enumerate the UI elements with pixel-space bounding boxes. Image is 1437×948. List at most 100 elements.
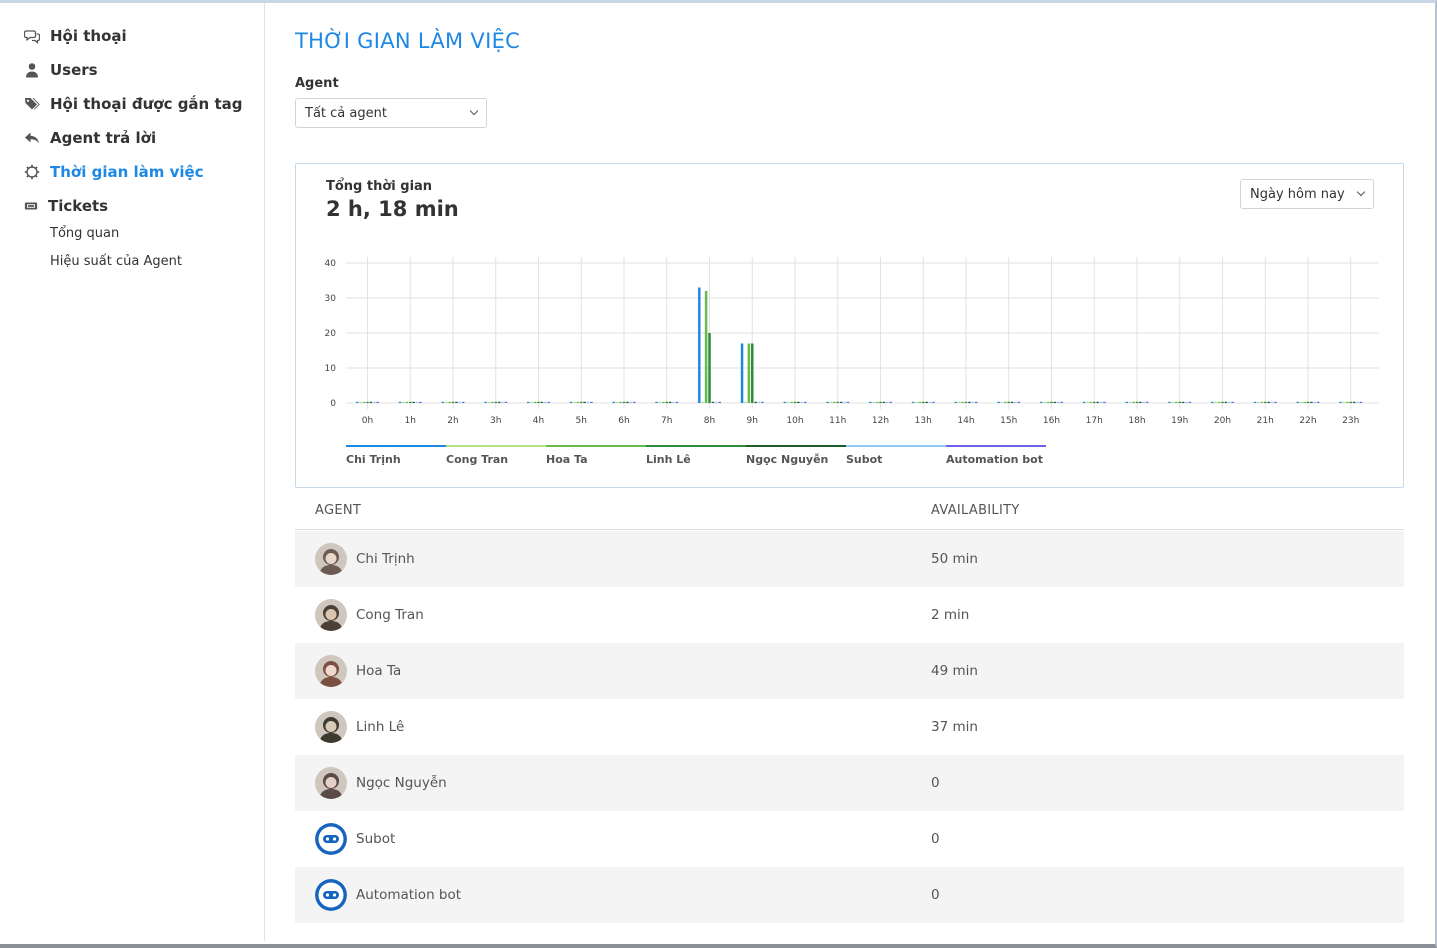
legend-entry: Automation bot [946, 453, 1043, 466]
bar [925, 401, 928, 403]
agent-name: Subot [356, 831, 396, 847]
bar [1007, 401, 1010, 403]
bar [1178, 401, 1181, 403]
bar [957, 401, 961, 403]
bar [544, 401, 547, 403]
x-tick-label: 11h [829, 416, 846, 426]
bar [708, 333, 711, 403]
bar [1053, 401, 1057, 403]
sidebar-item-label: Thời gian làm việc [50, 163, 204, 181]
bar [968, 401, 971, 403]
x-tick-label: 16h [1043, 416, 1060, 426]
bar [964, 401, 968, 403]
legend-swatch [446, 445, 546, 447]
bar [915, 401, 918, 403]
bar [751, 343, 754, 403]
bar [632, 401, 636, 403]
legend-entry: Linh Lê [646, 453, 691, 466]
sidebar-item-working-time[interactable]: Thời gian làm việc [24, 163, 204, 181]
chat-bubbles-icon [24, 30, 40, 44]
bar [869, 401, 872, 403]
x-tick-label: 1h [405, 416, 416, 426]
bar [655, 401, 658, 403]
bar [1014, 401, 1017, 403]
agent-name: Ngọc Nguyễn [356, 775, 447, 791]
x-tick-label: 19h [1171, 416, 1188, 426]
sidebar-item-label: Users [50, 61, 98, 79]
sidebar-item-conversations[interactable]: Hội thoại [24, 27, 127, 45]
bot-avatar-icon [315, 879, 347, 911]
x-tick-label: 22h [1299, 416, 1316, 426]
bar [1349, 401, 1352, 403]
bar [398, 401, 402, 403]
agent-name: Cong Tran [356, 607, 424, 623]
agent-select[interactable]: Tất cả agent [295, 98, 487, 128]
bar [918, 401, 922, 403]
bar [1139, 401, 1142, 403]
bar [491, 401, 494, 403]
bar [826, 401, 829, 403]
bar [718, 401, 721, 403]
bar [586, 401, 590, 403]
bar [1224, 401, 1228, 403]
bar [451, 401, 455, 403]
bar [1060, 401, 1063, 403]
y-tick-label: 20 [325, 329, 337, 339]
chevron-down-icon [469, 106, 479, 116]
user-icon [26, 63, 38, 78]
column-header-agent: AGENT [315, 503, 362, 518]
bar [1057, 401, 1060, 403]
bar [622, 401, 626, 403]
bar [441, 401, 445, 403]
bar [1000, 401, 1004, 403]
x-tick-label: 3h [490, 416, 501, 426]
bar [1339, 401, 1342, 403]
bar [754, 401, 757, 403]
bar [829, 401, 833, 403]
availability-value: 49 min [931, 663, 978, 679]
legend-entry: Cong Tran [446, 453, 508, 466]
bar [1217, 401, 1221, 403]
bar [1257, 401, 1260, 403]
table-row[interactable]: Chi Trịnh 50 min [295, 531, 1404, 587]
legend-entry: Subot [846, 453, 882, 466]
table-row[interactable]: Linh Lê 37 min [295, 699, 1404, 755]
bar [530, 401, 533, 403]
bar [1135, 401, 1139, 403]
y-tick-label: 40 [325, 259, 337, 269]
bar [1299, 401, 1303, 403]
sidebar-subitem-agent-performance[interactable]: Hiệu suất của Agent [50, 254, 182, 269]
availability-value: 37 min [931, 719, 978, 735]
bar [1270, 401, 1274, 403]
table-row[interactable]: Ngọc Nguyễn 0 [295, 755, 1404, 811]
table-row[interactable]: Automation bot 0 [295, 867, 1404, 923]
agent-name: Automation bot [356, 887, 462, 903]
bar [1260, 401, 1264, 403]
sidebar-item-tickets[interactable]: Tickets [24, 197, 108, 215]
table-row[interactable]: Subot 0 [295, 811, 1404, 867]
bar [583, 401, 586, 403]
table-header: AGENT AVAILABILITY [295, 490, 1404, 530]
bar [533, 401, 537, 403]
bar [1050, 401, 1053, 403]
sidebar-subitem-overview[interactable]: Tổng quan [50, 226, 119, 241]
bar [366, 401, 369, 403]
sidebar-item-agent-replies[interactable]: Agent trả lời [24, 129, 156, 147]
bar [580, 401, 583, 403]
bar [569, 401, 573, 403]
x-tick-label: 14h [957, 416, 974, 426]
bar [971, 401, 975, 403]
table-row[interactable]: Cong Tran 2 min [295, 587, 1404, 643]
bar [1253, 401, 1257, 403]
bar [1231, 401, 1234, 403]
table-row[interactable]: Hoa Ta 49 min [295, 643, 1404, 699]
sidebar-item-users[interactable]: Users [24, 61, 98, 79]
bar [1093, 401, 1096, 403]
bar [747, 343, 751, 403]
bar [1142, 401, 1146, 403]
bar [626, 401, 629, 403]
bar [662, 401, 665, 403]
sidebar-item-tagged-conversations[interactable]: Hội thoại được gắn tag [24, 95, 243, 113]
bar [1046, 401, 1050, 403]
sidebar-item-label: Hội thoại [50, 27, 127, 45]
